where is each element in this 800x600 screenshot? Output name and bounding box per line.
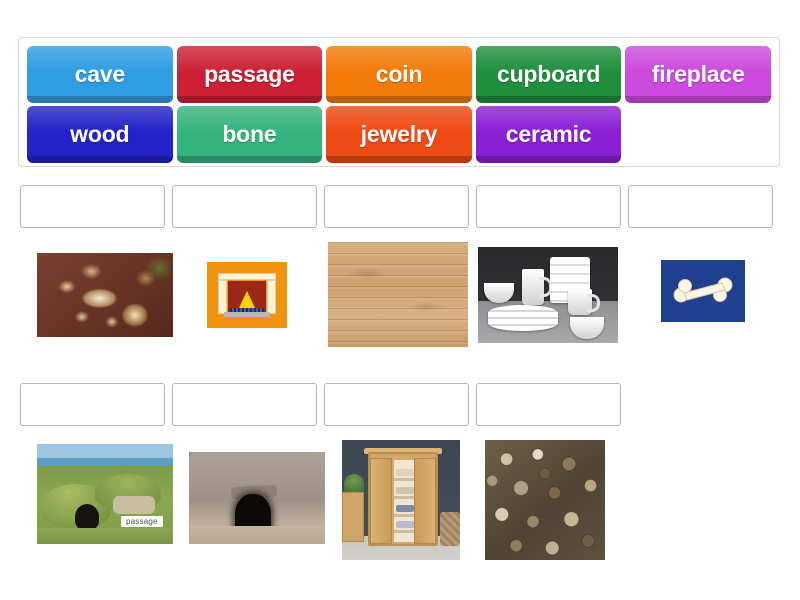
- word-tile-label: passage: [204, 61, 295, 87]
- passage-village-photo[interactable]: passage: [37, 444, 173, 544]
- word-tile-jewelry[interactable]: jewelry: [326, 106, 472, 163]
- dropzone-fireplace[interactable]: [172, 185, 317, 228]
- ceramic-bowl-icon: [484, 283, 514, 303]
- fireplace-mantel-icon: [218, 273, 276, 280]
- tile-bank-row-2: wood bone jewelry ceramic: [25, 106, 773, 163]
- word-tile-cave[interactable]: cave: [27, 46, 173, 103]
- word-tile-coin[interactable]: coin: [326, 46, 472, 103]
- dropzone-passage[interactable]: [20, 383, 165, 426]
- answer-cell: [20, 185, 168, 230]
- coins-photo[interactable]: [485, 440, 605, 560]
- ceramic-plates-icon: [488, 305, 558, 331]
- wood-planks-photo[interactable]: [328, 242, 468, 347]
- cupboard-door-left-icon: [370, 458, 392, 544]
- dropzone-cave[interactable]: [172, 383, 317, 426]
- word-tile-label: ceramic: [505, 121, 592, 147]
- fireplace-column-left-icon: [218, 280, 227, 314]
- image-row-1: [18, 242, 782, 350]
- cupboard-door-right-icon: [414, 458, 436, 544]
- dropzone-row-2: [18, 383, 782, 428]
- word-tile-cupboard[interactable]: cupboard: [475, 46, 622, 103]
- image-cell: [20, 242, 173, 337]
- tile-slot-jewelry: jewelry: [326, 106, 472, 163]
- answer-cell: [476, 383, 624, 428]
- word-tile-passage[interactable]: passage: [176, 46, 323, 103]
- answer-row-1: [18, 185, 782, 350]
- jewelry-photo[interactable]: [37, 253, 173, 337]
- image-cell: [324, 242, 472, 347]
- word-tile-label: fireplace: [651, 61, 745, 87]
- word-tile-label: wood: [70, 121, 130, 147]
- word-tile-fireplace[interactable]: fireplace: [625, 46, 771, 103]
- activity-board: cave passage coin cupboard fireplace woo…: [0, 0, 800, 600]
- bone-clipart[interactable]: [661, 260, 745, 322]
- fireplace-clipart[interactable]: [207, 262, 287, 328]
- dropzone-wood[interactable]: [324, 185, 469, 228]
- answer-cell: [628, 383, 776, 428]
- dropzone-coin[interactable]: [476, 383, 621, 426]
- word-tile-bone[interactable]: bone: [176, 106, 323, 163]
- ceramic-dishes-photo[interactable]: [478, 247, 618, 343]
- tile-slot-fireplace: fireplace: [625, 46, 771, 103]
- image-caption-passage: passage: [121, 516, 163, 527]
- answer-cell: [324, 383, 472, 428]
- word-tile-label: coin: [375, 61, 423, 87]
- answer-row-2: passage: [18, 383, 782, 560]
- answer-cell: [172, 185, 320, 230]
- passage-entrance-icon: [75, 504, 99, 530]
- image-cell: passage: [20, 440, 173, 544]
- side-cabinet-icon: [342, 492, 364, 542]
- fireplace-drawing: [218, 273, 276, 317]
- answer-cell: [476, 185, 624, 230]
- cupboard-body-icon: [368, 452, 438, 546]
- tile-slot-empty: [625, 106, 771, 163]
- word-tile-label: jewelry: [360, 121, 438, 147]
- image-cell: [628, 242, 776, 322]
- fireplace-hearth-icon: [224, 312, 270, 317]
- image-cell: [172, 242, 320, 328]
- ceramic-bowl-icon: [570, 317, 604, 339]
- wicker-basket-icon: [440, 512, 460, 546]
- image-row-2: passage: [18, 440, 782, 560]
- tile-bank-row-1: cave passage coin cupboard fireplace: [25, 46, 773, 103]
- answer-cell: [324, 185, 472, 230]
- tile-slot-coin: coin: [326, 46, 472, 103]
- stone-ruin-icon: [113, 496, 155, 514]
- word-tile-ceramic[interactable]: ceramic: [475, 106, 622, 163]
- dropzone-jewelry[interactable]: [20, 185, 165, 228]
- fireplace-column-right-icon: [267, 280, 276, 314]
- ceramic-mug-icon: [568, 289, 600, 315]
- cupboard-shelves-icon: [394, 460, 416, 542]
- tile-slot-ceramic: ceramic: [475, 106, 622, 163]
- cupboard-photo[interactable]: [342, 440, 460, 560]
- tile-slot-cave: cave: [27, 46, 173, 103]
- tile-slot-passage: passage: [176, 46, 323, 103]
- image-cell: [324, 440, 472, 560]
- cave-entrance-photo[interactable]: [189, 452, 325, 544]
- grass-path-icon: [37, 528, 173, 544]
- image-cell: [172, 440, 325, 544]
- cave-ground-icon: [189, 526, 325, 544]
- ceramic-mug-icon: [522, 269, 552, 305]
- dropzone-cupboard[interactable]: [324, 383, 469, 426]
- tile-slot-wood: wood: [27, 106, 173, 163]
- dropzone-bone[interactable]: [628, 185, 773, 228]
- word-tile-wood[interactable]: wood: [27, 106, 173, 163]
- word-tile-label: cave: [74, 61, 126, 87]
- image-cell: [476, 242, 624, 343]
- tile-slot-cupboard: cupboard: [475, 46, 622, 103]
- dropzone-ceramic[interactable]: [476, 185, 621, 228]
- word-tile-label: bone: [222, 121, 277, 147]
- dropzone-row-1: [18, 185, 782, 230]
- bone-icon: [673, 277, 733, 303]
- tile-slot-bone: bone: [176, 106, 323, 163]
- potted-plant-icon: [344, 474, 364, 494]
- word-tile-bank: cave passage coin cupboard fireplace woo…: [18, 37, 780, 167]
- image-cell: [476, 440, 624, 560]
- answer-cell: [628, 185, 776, 230]
- word-tile-label: cupboard: [496, 61, 601, 87]
- answer-cell: [172, 383, 320, 428]
- answer-cell: [20, 383, 168, 428]
